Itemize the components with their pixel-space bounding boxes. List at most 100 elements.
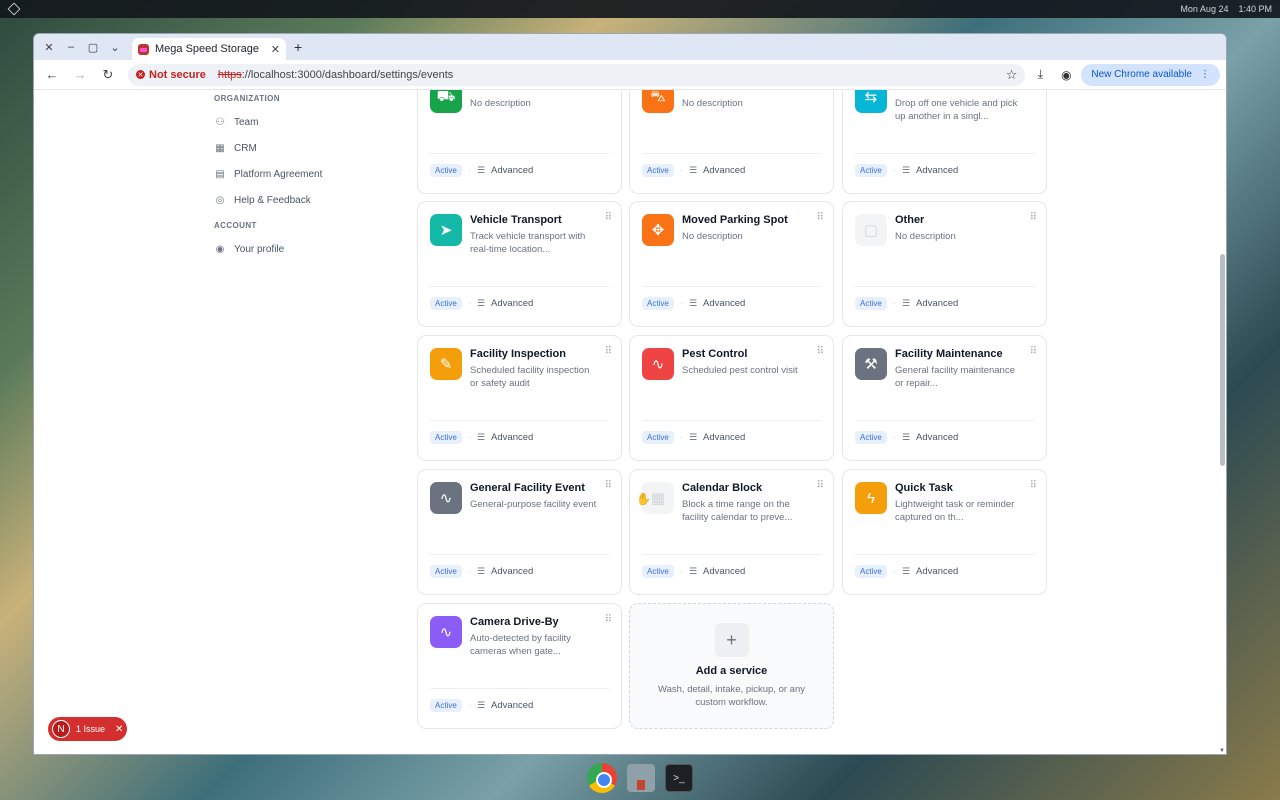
drag-handle-icon[interactable]: ⠿ (1030, 346, 1037, 357)
service-card[interactable]: ➤ Vehicle Transport Track vehicle transpor… (417, 201, 622, 327)
advanced-link[interactable]: Advanced (703, 298, 745, 309)
advanced-link[interactable]: Advanced (916, 566, 958, 577)
service-card[interactable]: ⛟No description⠿Active·☰Advanced (417, 90, 622, 194)
advanced-link[interactable]: Advanced (491, 298, 533, 309)
service-card[interactable]: ∿ General Facility Event General-purpose f… (417, 469, 622, 595)
drag-handle-icon[interactable]: ⠿ (817, 346, 824, 357)
separator-dot: · (467, 298, 471, 309)
sliders-icon: ☰ (476, 700, 486, 710)
taskbar-dock: >_ (580, 760, 700, 796)
advanced-link[interactable]: Advanced (703, 566, 745, 577)
hand-cursor-icon: ✋ (636, 492, 651, 506)
bookmark-star-icon[interactable]: ☆ (1006, 67, 1018, 83)
new-tab-icon[interactable]: + (294, 39, 302, 55)
status-badge: Active (430, 699, 462, 712)
service-card[interactable]: ϟ Quick Task Lightweight task or reminder … (842, 469, 1047, 595)
window-minimize-icon[interactable]: – (60, 36, 82, 58)
drag-handle-icon[interactable]: ⠿ (817, 212, 824, 223)
advanced-link[interactable]: Advanced (491, 432, 533, 443)
service-card[interactable]: ⚒ Facility Maintenance General facility ma… (842, 335, 1047, 461)
drag-handle-icon[interactable]: ⠿ (605, 480, 612, 491)
security-chip[interactable]: ✕ Not secure (136, 69, 212, 81)
issues-badge[interactable]: N 1 Issue ✕ (48, 717, 127, 741)
card-footer: Active · ☰ Advanced (855, 164, 958, 177)
issue-close-icon[interactable]: ✕ (115, 724, 123, 735)
scroll-thumb[interactable] (1220, 254, 1225, 466)
drag-handle-icon[interactable]: ⠿ (605, 346, 612, 357)
chrome-update-button[interactable]: New Chrome available ⋮ (1081, 63, 1220, 86)
service-card[interactable]: ✥ Moved Parking Spot No description ⠿ Active… (629, 201, 834, 327)
status-badge: Active (642, 431, 674, 444)
terminal-app-icon[interactable]: >_ (665, 764, 693, 792)
sliders-icon: ☰ (901, 298, 911, 308)
service-card[interactable]: ▢ Other No description ⠿ Active · ☰ Advanced (842, 201, 1047, 327)
os-date: Mon Aug 24 (1180, 4, 1229, 14)
drag-handle-icon[interactable]: ⠿ (1030, 212, 1037, 223)
reload-icon[interactable]: ↻ (96, 63, 120, 87)
scroll-down-icon[interactable]: ▼ (1219, 748, 1225, 754)
os-logo-icon[interactable] (7, 2, 21, 16)
drag-handle-icon[interactable]: ⠿ (605, 212, 612, 223)
card-footer: Active · ☰ Advanced (642, 565, 745, 578)
os-top-bar: Mon Aug 24 1:40 PM (0, 0, 1280, 18)
separator-dot: · (467, 432, 471, 443)
drag-handle-icon[interactable]: ⠿ (1030, 480, 1037, 491)
card-divider (855, 153, 1034, 154)
add-service-description: Wash, detail, intake, pickup, or any cus… (658, 684, 805, 708)
page-scrollbar[interactable]: ▼ (1218, 90, 1226, 754)
download-icon[interactable]: ⤓ (1029, 64, 1051, 86)
separator-dot: · (679, 432, 683, 443)
card-divider (430, 688, 609, 689)
drag-handle-icon[interactable]: ⠿ (817, 480, 824, 491)
tab-close-icon[interactable]: ✕ (271, 43, 280, 56)
card-footer: Active · ☰ Advanced (855, 431, 958, 444)
pulse-icon: ∿ (430, 616, 462, 648)
advanced-link[interactable]: Advanced (491, 700, 533, 711)
chrome-app-icon[interactable] (587, 763, 617, 793)
os-clock[interactable]: Mon Aug 24 1:40 PM (1180, 4, 1272, 14)
service-card[interactable]: ⛍No description⠿Active·☰Advanced (629, 90, 834, 194)
card-footer: Active · ☰ Advanced (430, 431, 533, 444)
service-card-description: No description (682, 231, 743, 242)
issue-label: 1 Issue (76, 724, 106, 734)
sidebar-item-team[interactable]: ⚇ Team (214, 109, 404, 135)
add-service-card[interactable]: + Add a service Wash, detail, intake, pick… (629, 603, 834, 729)
advanced-link[interactable]: Advanced (703, 165, 745, 176)
service-card[interactable]: ∿ Camera Drive-By Auto-detected by facilit… (417, 603, 622, 729)
sidebar-item-help-feedback[interactable]: ◎ Help & Feedback (214, 187, 404, 213)
service-card-description: No description (682, 98, 743, 109)
back-icon[interactable]: ← (40, 63, 64, 87)
service-card[interactable]: ✎ Facility Inspection Scheduled facility i… (417, 335, 622, 461)
service-card[interactable]: ▦ Calendar Block Block a time range on the… (629, 469, 834, 595)
sidebar-item-your-profile[interactable]: ◉ Your profile (214, 236, 404, 262)
sidebar-section-account: ACCOUNT (214, 221, 257, 230)
window-close-icon[interactable]: ✕ (38, 36, 60, 58)
separator-dot: · (892, 566, 896, 577)
profile-icon[interactable]: ◉ (1055, 64, 1077, 86)
box-icon: ▢ (855, 214, 887, 246)
tab-active[interactable]: Mega Speed Storage ✕ (132, 38, 286, 60)
service-card[interactable]: ⇆ Drop off one vehicle and pick up anothe… (842, 90, 1047, 194)
service-card[interactable]: ∿ Pest Control Scheduled pest control visi… (629, 335, 834, 461)
separator-dot: · (892, 432, 896, 443)
card-footer: Active · ☰ Advanced (430, 565, 533, 578)
sliders-icon: ☰ (476, 165, 486, 175)
advanced-link[interactable]: Advanced (491, 566, 533, 577)
address-bar[interactable]: ✕ Not secure https://localhost:3000/dash… (128, 63, 1026, 86)
sidebar-item-platform-agreement[interactable]: ▤ Platform Agreement (214, 161, 404, 187)
advanced-link[interactable]: Advanced (916, 165, 958, 176)
forward-icon[interactable]: → (68, 63, 92, 87)
card-divider (642, 286, 821, 287)
advanced-link[interactable]: Advanced (916, 432, 958, 443)
file-app-icon[interactable] (627, 764, 655, 792)
advanced-link[interactable]: Advanced (703, 432, 745, 443)
tab-search-chevron-icon[interactable]: ⌄ (104, 36, 126, 58)
card-divider (430, 554, 609, 555)
move-icon: ✥ (642, 214, 674, 246)
drag-handle-icon[interactable]: ⠿ (605, 614, 612, 625)
advanced-link[interactable]: Advanced (916, 298, 958, 309)
window-maximize-icon[interactable]: ▢ (82, 36, 104, 58)
users-icon: ⚇ (215, 116, 225, 128)
advanced-link[interactable]: Advanced (491, 165, 533, 176)
sidebar-item-crm[interactable]: ▦ CRM (214, 135, 404, 161)
